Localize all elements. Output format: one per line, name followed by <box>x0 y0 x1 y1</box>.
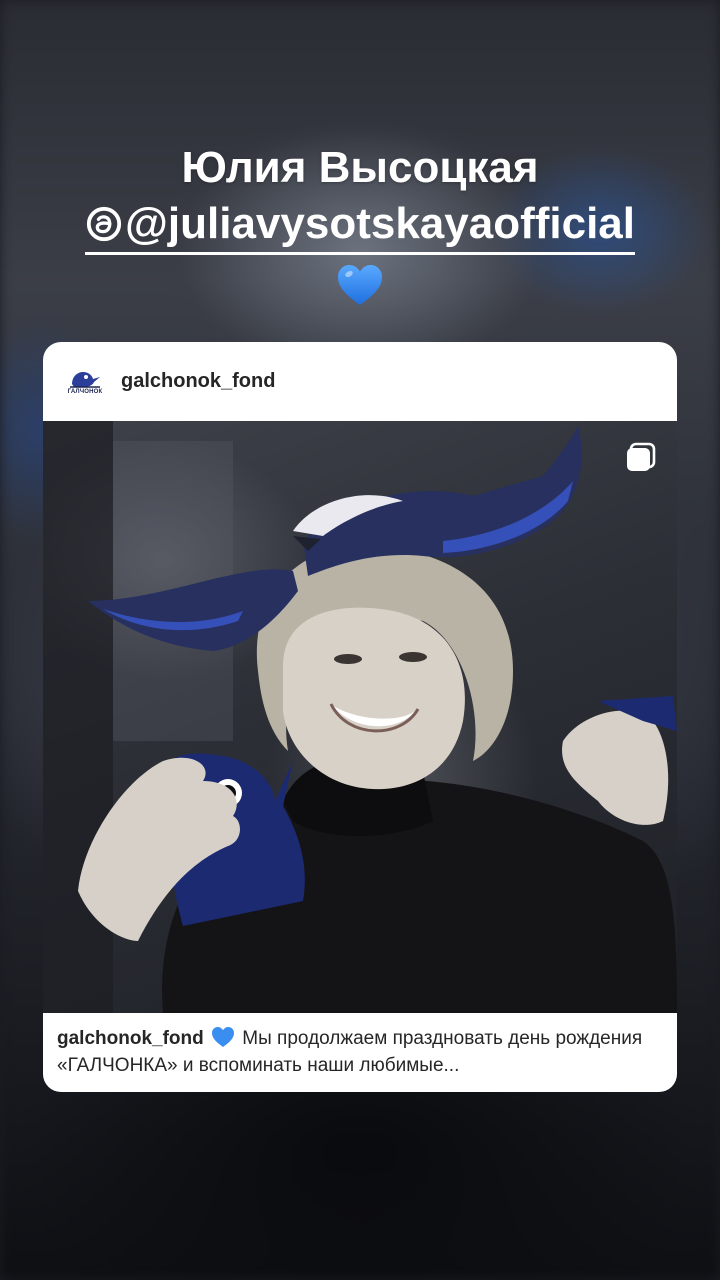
story-header: Юлия Высоцкая @juliavysotskayaofficial <box>0 140 720 307</box>
post-photo-illustration <box>43 421 677 1013</box>
threads-icon <box>86 206 122 242</box>
blue-heart-icon <box>212 1027 235 1047</box>
multiple-posts-icon <box>627 442 656 471</box>
mention-handle: @juliavysotskayaofficial <box>124 199 636 248</box>
shared-post-card[interactable]: ГАЛЧОНОК galchonok_fond galchonok_fond М… <box>43 342 677 1092</box>
post-caption[interactable]: galchonok_fond Мы продолжаем праздновать… <box>43 1013 677 1079</box>
avatar-text: ГАЛЧОНОК <box>67 389 103 395</box>
mention-link[interactable]: @juliavysotskayaofficial <box>84 196 636 255</box>
post-username[interactable]: galchonok_fond <box>121 370 275 393</box>
post-image[interactable] <box>43 421 677 1013</box>
galchonok-logo-icon <box>70 372 100 388</box>
story-title: Юлия Высоцкая <box>181 143 539 192</box>
post-header: ГАЛЧОНОК galchonok_fond <box>43 342 677 421</box>
caption-username[interactable]: galchonok_fond <box>57 1028 204 1049</box>
avatar[interactable]: ГАЛЧОНОК <box>65 362 105 402</box>
blue-heart-icon <box>338 265 382 305</box>
